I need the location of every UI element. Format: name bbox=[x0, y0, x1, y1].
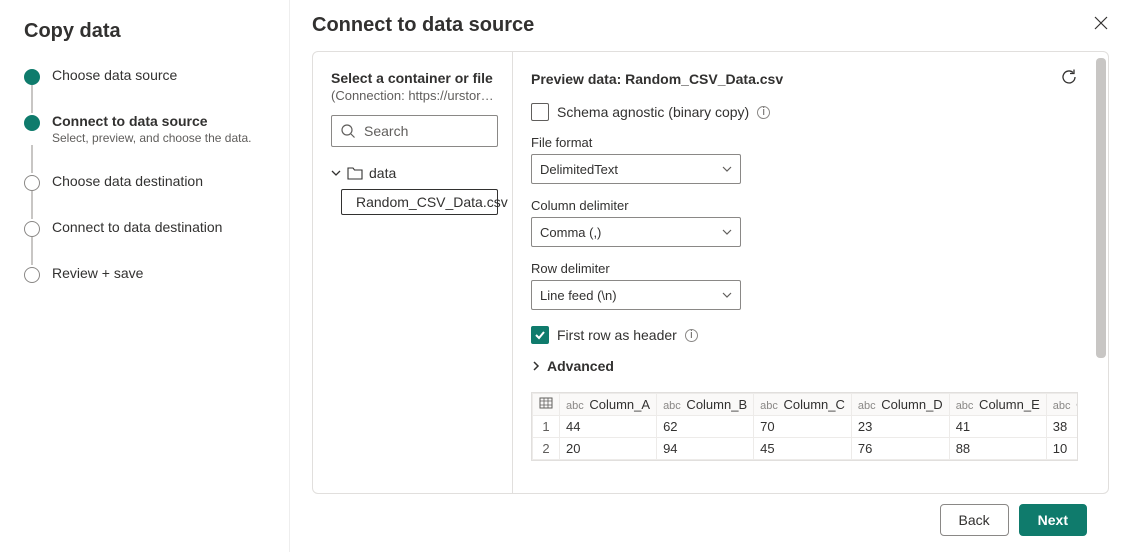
schema-agnostic-checkbox[interactable] bbox=[531, 103, 549, 121]
table-cell: 10 bbox=[1046, 438, 1078, 460]
step-connector bbox=[31, 191, 33, 219]
table-cell: 70 bbox=[754, 416, 852, 438]
table-cell: 44 bbox=[560, 416, 657, 438]
wizard-step[interactable]: Review + save bbox=[24, 265, 265, 283]
column-delimiter-select[interactable]: Comma (,) bbox=[531, 217, 741, 247]
chevron-right-icon bbox=[531, 361, 541, 371]
main-panel: Connect to data source Select a containe… bbox=[290, 0, 1131, 552]
table-row[interactable]: 2209445768810 bbox=[533, 438, 1079, 460]
file-format-row: File format DelimitedText bbox=[531, 135, 1078, 184]
step-indicator-icon bbox=[24, 267, 40, 283]
file-tree: data Random_CSV_Data.csv bbox=[331, 161, 498, 215]
table-cell: 20 bbox=[560, 438, 657, 460]
row-number-header bbox=[533, 394, 560, 416]
first-row-as-header-checkbox[interactable] bbox=[531, 326, 549, 344]
wizard-step[interactable]: Connect to data sourceSelect, preview, a… bbox=[24, 113, 265, 145]
column-header[interactable]: abc Column_D bbox=[851, 394, 949, 416]
preview-table-wrap: abc Column_Aabc Column_Babc Column_Cabc … bbox=[531, 392, 1078, 461]
file-format-select[interactable]: DelimitedText bbox=[531, 154, 741, 184]
refresh-icon[interactable] bbox=[1060, 68, 1078, 89]
row-number-cell: 2 bbox=[533, 438, 560, 460]
advanced-label: Advanced bbox=[547, 358, 614, 374]
chevron-down-icon bbox=[722, 290, 732, 300]
connection-string: (Connection: https://urstora... bbox=[331, 88, 498, 103]
step-label: Review + save bbox=[52, 265, 143, 281]
table-cell: 41 bbox=[949, 416, 1046, 438]
chevron-down-icon bbox=[331, 168, 341, 178]
column-header[interactable]: abc Column_C bbox=[754, 394, 852, 416]
table-cell: 94 bbox=[657, 438, 754, 460]
first-row-as-header-label: First row as header bbox=[557, 327, 677, 343]
table-cell: 23 bbox=[851, 416, 949, 438]
scrollbar[interactable] bbox=[1096, 58, 1106, 487]
step-indicator-icon bbox=[24, 69, 40, 85]
file-browser-pane: Select a container or file (Connection: … bbox=[313, 52, 513, 493]
step-label: Connect to data sourceSelect, preview, a… bbox=[52, 113, 251, 145]
close-icon[interactable] bbox=[1093, 15, 1109, 36]
wizard-steps: Choose data source Connect to data source… bbox=[24, 67, 265, 283]
advanced-toggle[interactable]: Advanced bbox=[531, 358, 1078, 374]
chevron-down-icon bbox=[722, 227, 732, 237]
folder-icon bbox=[347, 166, 363, 180]
step-label: Connect to data destination bbox=[52, 219, 222, 235]
step-connector bbox=[31, 145, 33, 173]
column-header[interactable]: abc Column_E bbox=[949, 394, 1046, 416]
row-delimiter-label: Row delimiter bbox=[531, 261, 1078, 276]
main-header: Connect to data source bbox=[312, 14, 1109, 37]
step-connector bbox=[31, 85, 33, 113]
file-label: Random_CSV_Data.csv bbox=[356, 194, 508, 210]
footer: Back Next bbox=[312, 504, 1109, 552]
tree-file-random-csv[interactable]: Random_CSV_Data.csv bbox=[341, 189, 498, 215]
step-connector bbox=[31, 237, 33, 265]
row-delimiter-row: Row delimiter Line feed (\n) bbox=[531, 261, 1078, 310]
step-indicator-icon bbox=[24, 221, 40, 237]
table-cell: 62 bbox=[657, 416, 754, 438]
wizard-step[interactable]: Connect to data destination bbox=[24, 219, 265, 237]
row-number-cell: 1 bbox=[533, 416, 560, 438]
preview-table: abc Column_Aabc Column_Babc Column_Cabc … bbox=[532, 393, 1078, 460]
step-indicator-icon bbox=[24, 175, 40, 191]
schema-agnostic-row: Schema agnostic (binary copy) i bbox=[531, 103, 1078, 121]
tree-folder-data[interactable]: data bbox=[331, 161, 498, 185]
search-icon bbox=[340, 123, 356, 139]
table-icon bbox=[539, 397, 553, 409]
table-cell: 38 bbox=[1046, 416, 1078, 438]
column-header[interactable]: abc Column_B bbox=[657, 394, 754, 416]
search-input[interactable] bbox=[364, 123, 489, 139]
file-pane-title: Select a container or file bbox=[331, 70, 498, 86]
next-button[interactable]: Next bbox=[1019, 504, 1087, 536]
info-icon[interactable]: i bbox=[757, 106, 770, 119]
file-format-label: File format bbox=[531, 135, 1078, 150]
column-delimiter-label: Column delimiter bbox=[531, 198, 1078, 213]
step-indicator-icon bbox=[24, 115, 40, 131]
sidebar-title: Copy data bbox=[24, 20, 265, 43]
page-title: Connect to data source bbox=[312, 14, 534, 37]
table-cell: 76 bbox=[851, 438, 949, 460]
column-delimiter-row: Column delimiter Comma (,) bbox=[531, 198, 1078, 247]
wizard-step[interactable]: Choose data destination bbox=[24, 173, 265, 191]
preview-pane: Preview data: Random_CSV_Data.csv Schema… bbox=[513, 52, 1108, 493]
table-cell: 45 bbox=[754, 438, 852, 460]
scrollbar-thumb[interactable] bbox=[1096, 58, 1106, 358]
step-label: Choose data destination bbox=[52, 173, 203, 189]
wizard-step[interactable]: Choose data source bbox=[24, 67, 265, 85]
step-label: Choose data source bbox=[52, 67, 177, 83]
info-icon[interactable]: i bbox=[685, 329, 698, 342]
schema-agnostic-label: Schema agnostic (binary copy) bbox=[557, 104, 749, 120]
preview-title: Preview data: Random_CSV_Data.csv bbox=[531, 71, 783, 87]
column-header[interactable]: abc Column_F bbox=[1046, 394, 1078, 416]
folder-label: data bbox=[369, 165, 396, 181]
row-delimiter-select[interactable]: Line feed (\n) bbox=[531, 280, 741, 310]
search-input-wrapper[interactable] bbox=[331, 115, 498, 147]
first-row-as-header-row: First row as header i bbox=[531, 326, 1078, 344]
content-card: Select a container or file (Connection: … bbox=[312, 51, 1109, 494]
table-cell: 88 bbox=[949, 438, 1046, 460]
back-button[interactable]: Back bbox=[940, 504, 1009, 536]
table-row[interactable]: 1446270234138 bbox=[533, 416, 1079, 438]
sidebar: Copy data Choose data source Connect to d… bbox=[0, 0, 290, 552]
column-header[interactable]: abc Column_A bbox=[560, 394, 657, 416]
chevron-down-icon bbox=[722, 164, 732, 174]
